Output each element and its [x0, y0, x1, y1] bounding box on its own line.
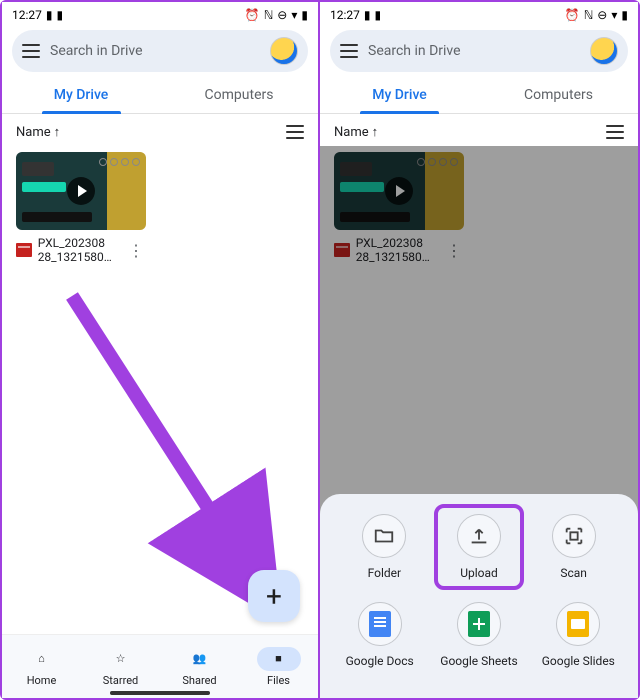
people-icon: 👥: [193, 652, 207, 665]
nav-starred[interactable]: ☆ Starred: [81, 635, 160, 698]
sheet-folder[interactable]: Folder: [339, 514, 429, 580]
wifi-icon: ▾: [291, 8, 297, 22]
file-thumbnail[interactable]: [16, 152, 146, 230]
tab-computers[interactable]: Computers: [479, 76, 638, 113]
battery-icon: ▮: [301, 8, 308, 22]
sort-arrow-icon: ↑: [372, 124, 379, 140]
folder-outline-icon: [372, 525, 396, 547]
file-more-icon[interactable]: ⋮: [126, 241, 146, 260]
view-toggle-icon[interactable]: [606, 125, 624, 139]
home-icon: ⌂: [38, 652, 45, 665]
view-toggle-icon[interactable]: [286, 125, 304, 139]
new-bottom-sheet: Folder Upload Scan Google Docs: [320, 494, 638, 698]
file-item[interactable]: PXL_202308 28_1321580… ⋮: [16, 152, 146, 264]
nav-shared[interactable]: 👥 Shared: [160, 635, 239, 698]
sheet-google-docs[interactable]: Google Docs: [335, 602, 425, 668]
google-sheets-icon: [468, 611, 490, 637]
sheet-google-sheets[interactable]: Google Sheets: [434, 602, 524, 668]
dnd-icon: ⊖: [277, 8, 287, 22]
search-placeholder: Search in Drive: [50, 43, 260, 59]
alarm-icon: ⏰: [245, 8, 260, 22]
fab-new[interactable]: +: [248, 570, 300, 622]
tab-computers[interactable]: Computers: [160, 76, 318, 113]
sort-row[interactable]: Name ↑: [2, 114, 318, 146]
bottom-nav: ⌂ Home ☆ Starred 👥 Shared ■ Files: [2, 634, 318, 698]
star-icon: ☆: [116, 652, 126, 665]
sheet-google-slides[interactable]: Google Slides: [533, 602, 623, 668]
annotation-arrow: [42, 276, 292, 606]
phone-screenshot-right: 12:27 ▮ ▮ ⏰ ℕ ⊖ ▾ ▮ Search in Drive My D…: [320, 2, 638, 698]
sort-label: Name: [334, 125, 369, 140]
tab-my-drive[interactable]: My Drive: [320, 76, 479, 113]
dnd-icon: ⊖: [597, 8, 607, 22]
status-icon-1: ▮: [46, 8, 53, 22]
google-docs-icon: [369, 611, 391, 637]
plus-icon: +: [266, 580, 282, 613]
sheet-upload[interactable]: Upload: [434, 504, 524, 590]
avatar[interactable]: [270, 37, 298, 65]
phone-screenshot-left: 12:27 ▮ ▮ ⏰ ℕ ⊖ ▾ ▮ Search in Drive My D…: [2, 2, 320, 698]
avatar[interactable]: [590, 37, 618, 65]
alarm-icon: ⏰: [565, 8, 580, 22]
menu-icon[interactable]: [22, 44, 40, 58]
nav-files[interactable]: ■ Files: [239, 635, 318, 698]
wifi-icon: ▾: [611, 8, 617, 22]
nfc-icon: ℕ: [264, 8, 274, 22]
tabs: My Drive Computers: [320, 76, 638, 114]
status-icon-2: ▮: [57, 8, 64, 22]
google-slides-icon: [567, 611, 589, 637]
video-file-icon: [16, 243, 32, 257]
sort-arrow-icon: ↑: [54, 124, 61, 140]
file-name: PXL_202308 28_1321580…: [38, 236, 120, 264]
status-time: 12:27: [12, 8, 42, 22]
upload-icon: [467, 525, 491, 547]
status-bar: 12:27 ▮ ▮ ⏰ ℕ ⊖ ▾ ▮: [2, 2, 318, 24]
search-bar[interactable]: Search in Drive: [330, 30, 628, 72]
sort-label: Name: [16, 125, 51, 140]
search-bar[interactable]: Search in Drive: [12, 30, 308, 72]
home-indicator: [110, 691, 210, 695]
battery-icon: ▮: [621, 8, 628, 22]
status-icon-1: ▮: [364, 8, 371, 22]
status-icon-2: ▮: [375, 8, 382, 22]
status-time: 12:27: [330, 8, 360, 22]
folder-icon: ■: [275, 652, 282, 665]
nfc-icon: ℕ: [584, 8, 594, 22]
search-placeholder: Search in Drive: [368, 43, 580, 59]
nav-home[interactable]: ⌂ Home: [2, 635, 81, 698]
play-icon: [67, 177, 95, 205]
status-bar: 12:27 ▮ ▮ ⏰ ℕ ⊖ ▾ ▮: [320, 2, 638, 24]
scan-icon: [562, 525, 586, 547]
sheet-scan[interactable]: Scan: [529, 514, 619, 580]
tabs: My Drive Computers: [2, 76, 318, 114]
sort-row[interactable]: Name ↑: [320, 114, 638, 146]
menu-icon[interactable]: [340, 44, 358, 58]
tab-my-drive[interactable]: My Drive: [2, 76, 160, 113]
